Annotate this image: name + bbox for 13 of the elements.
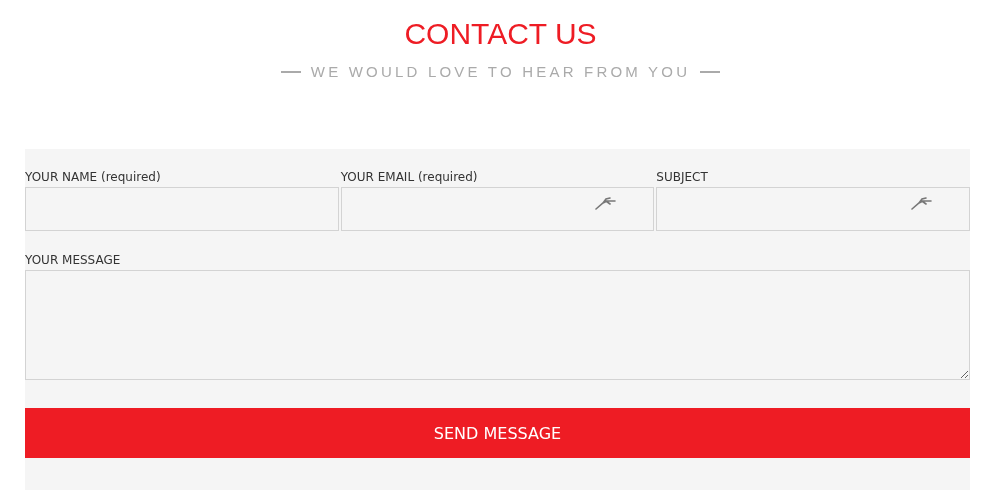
- field-label: YOUR EMAIL (required): [340, 169, 478, 185]
- leaping-figure-icon[interactable]: [595, 196, 618, 210]
- send-message-button[interactable]: SEND MESSAGE: [25, 408, 970, 458]
- field-label: YOUR MESSAGE: [25, 252, 121, 268]
- field-label: SUBJECT: [656, 169, 708, 185]
- page-title: CONTACT US: [404, 16, 597, 52]
- input-field[interactable]: [340, 187, 655, 231]
- input-field[interactable]: [656, 187, 970, 231]
- page-subtitle: WE WOULD LOVE TO HEAR FROM YOU: [310, 63, 691, 80]
- field-label: YOUR NAME (required): [25, 169, 161, 185]
- input-field[interactable]: [25, 187, 339, 231]
- leaping-figure-icon[interactable]: [911, 196, 933, 210]
- message-field[interactable]: [25, 270, 970, 380]
